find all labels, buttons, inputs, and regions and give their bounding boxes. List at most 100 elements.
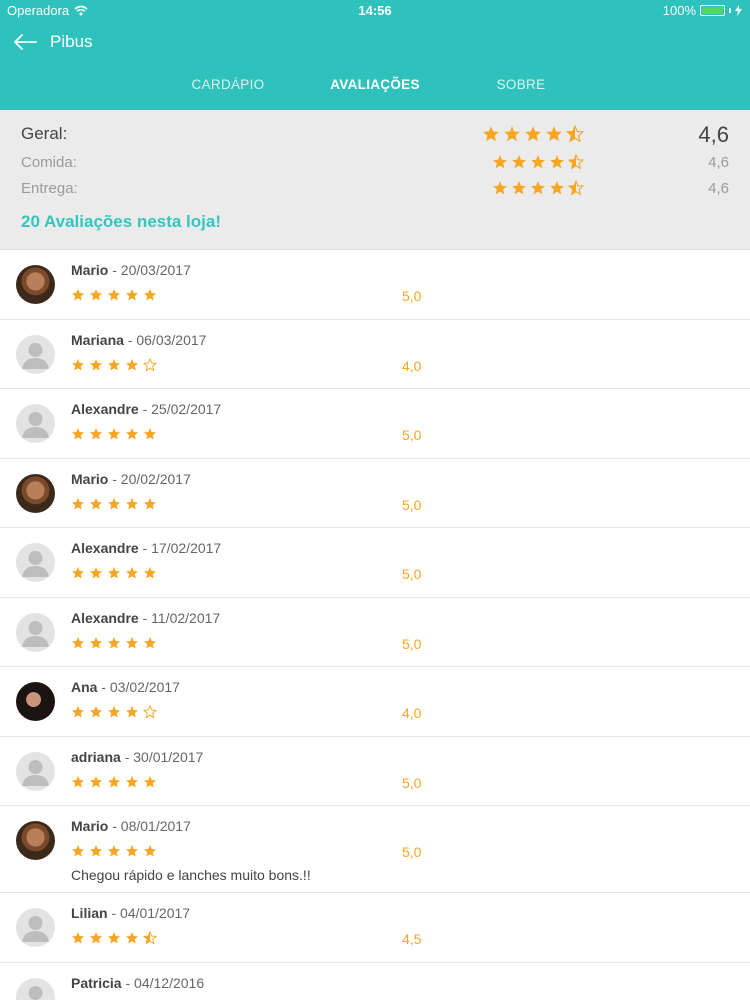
review-rating-value: 5,0 — [402, 774, 422, 791]
nav-bar: Pibus — [0, 28, 750, 56]
star-icon — [89, 288, 103, 301]
star-icon — [504, 126, 520, 142]
half-star-icon — [568, 154, 584, 170]
review-header: Alexandre - 11/02/2017 — [71, 610, 220, 626]
avatar — [16, 334, 55, 374]
star-icon — [71, 358, 85, 371]
person-silhouette-icon — [28, 985, 43, 1000]
star-icon — [546, 126, 562, 142]
review-date: - 30/01/2017 — [124, 748, 204, 765]
rating-summary: Geral: 4,6 Comida: 4,6 Entrega: 4,6 20 A… — [0, 110, 750, 250]
star-icon — [107, 705, 121, 718]
reviewer-name: Patricia — [71, 974, 122, 991]
review-item[interactable]: Alexandre - 11/02/2017 5,0 — [0, 597, 750, 667]
reviewer-name: Alexandre — [71, 609, 139, 626]
review-header: Alexandre - 17/02/2017 — [71, 540, 221, 556]
review-rating-value: 4,0 — [402, 357, 422, 374]
star-icon — [125, 636, 139, 649]
star-icon — [143, 566, 157, 579]
review-item[interactable]: Ana - 03/02/2017 4,0 — [0, 667, 750, 737]
review-header: Mario - 08/01/2017 — [71, 818, 191, 834]
review-stars — [71, 705, 157, 719]
star-icon — [71, 497, 85, 510]
star-icon — [71, 566, 85, 579]
reviewer-name: Mariana — [71, 331, 124, 348]
review-stars — [71, 636, 157, 650]
star-icon — [89, 931, 103, 944]
half-star-icon — [566, 125, 584, 143]
reviewer-name: Mario — [71, 818, 109, 834]
review-item[interactable]: Mario - 08/01/2017 5,0 Chegou rápido e lan… — [0, 806, 750, 893]
review-stars — [71, 497, 157, 511]
star-icon — [493, 181, 507, 195]
avatar — [16, 977, 55, 1000]
summary-delivery-label: Entrega: — [21, 180, 78, 197]
avatar — [16, 821, 55, 860]
review-date: - 08/01/2017 — [112, 818, 191, 834]
star-icon — [550, 155, 564, 169]
review-rating-value: 5,0 — [402, 496, 422, 513]
star-icon — [89, 566, 103, 579]
star-icon — [125, 427, 139, 440]
summary-general-value: 4,6 — [698, 122, 729, 147]
review-stars — [71, 566, 157, 580]
battery-group: 100% — [663, 3, 742, 18]
review-item[interactable]: Lilian - 04/01/2017 4,5 — [0, 893, 750, 963]
battery-percent: 100% — [662, 3, 696, 18]
tab-sobre[interactable]: SOBRE — [497, 77, 546, 92]
star-icon — [512, 155, 526, 169]
person-silhouette-icon — [22, 342, 49, 369]
person-silhouette-icon — [22, 759, 49, 786]
star-icon — [71, 427, 85, 440]
review-date: - 20/02/2017 — [112, 470, 191, 487]
battery-tip — [729, 8, 731, 13]
avatar — [16, 751, 55, 791]
avatar — [16, 612, 55, 652]
review-header: Alexandre - 25/02/2017 — [71, 401, 221, 417]
star-icon — [107, 931, 121, 944]
app-header: Operadora 14:56 100% Pibus CARDÁPIO AVAL… — [0, 0, 750, 110]
review-date: - 06/03/2017 — [127, 331, 207, 348]
review-comment: Chegou rápido e lanches muito bons.!! — [71, 867, 311, 883]
tab-avaliacoes[interactable]: AVALIAÇÕES — [330, 77, 420, 92]
review-item[interactable]: Alexandre - 17/02/2017 5,0 — [0, 528, 750, 598]
reviewer-name: Ana — [71, 679, 98, 695]
arrow-left-icon[interactable] — [12, 30, 38, 54]
summary-general-stars — [482, 125, 584, 143]
star-icon — [143, 844, 157, 857]
review-stars — [71, 288, 157, 302]
star-icon — [71, 705, 85, 718]
star-icon — [143, 497, 157, 510]
star-icon — [125, 497, 139, 510]
star-icon — [89, 844, 103, 857]
star-icon — [107, 636, 121, 649]
review-item[interactable]: Mario - 20/02/2017 5,0 — [0, 458, 750, 528]
review-header: Mario - 20/03/2017 — [71, 262, 191, 278]
review-item[interactable]: Alexandre - 25/02/2017 5,0 — [0, 389, 750, 459]
person-silhouette-icon — [22, 620, 49, 647]
review-header: Patricia - 04/12/2016 — [71, 975, 204, 991]
star-icon — [107, 288, 121, 301]
avatar — [16, 908, 55, 947]
review-rating-value: 5,0 — [402, 635, 422, 652]
charging-icon — [735, 5, 742, 16]
review-header: Mario - 20/02/2017 — [71, 471, 191, 487]
battery-icon — [700, 5, 725, 16]
star-icon — [89, 427, 103, 440]
star-icon — [89, 775, 103, 788]
reviewer-name: Mario — [71, 262, 109, 278]
review-item[interactable]: Mariana - 06/03/2017 4,0 — [0, 319, 750, 389]
star-icon — [125, 705, 139, 718]
empty-star-icon — [143, 705, 157, 719]
reviewer-name: Alexandre — [71, 540, 139, 556]
review-date: - 17/02/2017 — [142, 540, 222, 556]
review-item[interactable]: adriana - 30/01/2017 5,0 — [0, 736, 750, 806]
review-date: - 04/12/2016 — [125, 974, 205, 991]
reviewer-name: adriana — [71, 748, 121, 765]
review-rating-value: 4,0 — [402, 705, 422, 721]
review-item[interactable]: Patricia - 04/12/2016 — [0, 962, 750, 1000]
tab-cardapio[interactable]: CARDÁPIO — [192, 77, 265, 92]
review-list: Mario - 20/03/2017 5,0 Mariana - 06/03/201… — [0, 250, 750, 1000]
review-item[interactable]: Mario - 20/03/2017 5,0 — [0, 250, 750, 320]
star-icon — [107, 427, 121, 440]
